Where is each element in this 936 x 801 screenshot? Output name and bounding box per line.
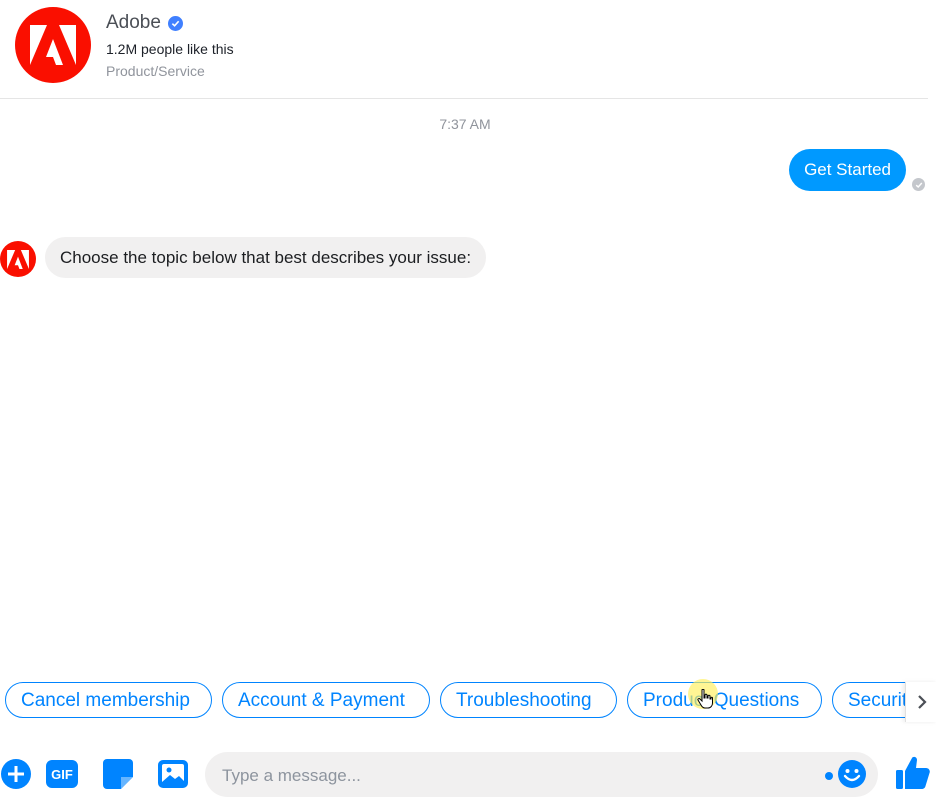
chevron-right-icon [917, 695, 927, 709]
incoming-message: Choose the topic below that best describ… [45, 237, 487, 278]
bot-avatar [0, 241, 36, 277]
quick-reply-cancel-membership[interactable]: Cancel membership [5, 682, 212, 718]
page-name[interactable]: Adobe [106, 12, 161, 34]
thumbs-up-icon[interactable] [895, 755, 931, 791]
photo-icon [158, 760, 188, 788]
quick-reply-account-payment[interactable]: Account & Payment [222, 682, 430, 718]
page-category: Product/Service [106, 63, 205, 79]
message-timestamp: 7:37 AM [439, 116, 491, 132]
plus-icon [1, 759, 31, 789]
message-input[interactable] [220, 752, 814, 799]
quick-replies: Cancel membership Account & Payment Trou… [0, 682, 905, 722]
photo-button[interactable] [157, 758, 189, 790]
message-composer [205, 752, 878, 799]
sticker-button[interactable] [102, 758, 134, 790]
conversation-header: Adobe 1.2M people like this Product/Serv… [0, 0, 928, 99]
typing-dot-icon [825, 772, 833, 780]
quick-replies-next-button[interactable] [905, 682, 936, 722]
gif-button[interactable]: GIF [46, 758, 78, 790]
gif-icon: GIF [46, 760, 78, 788]
quick-reply-product-questions[interactable]: Product Questions [627, 682, 822, 718]
quick-reply-troubleshooting[interactable]: Troubleshooting [440, 682, 617, 718]
more-actions-button[interactable] [0, 758, 32, 790]
sticker-icon [103, 759, 133, 789]
quick-reply-security[interactable]: Security [832, 682, 905, 718]
verified-badge-icon [167, 15, 183, 31]
seen-check-icon [912, 178, 925, 191]
emoji-icon[interactable] [838, 760, 866, 788]
outgoing-message: Get Started [789, 149, 906, 191]
adobe-logo-icon[interactable] [15, 7, 91, 83]
adobe-logo-icon [7, 249, 29, 269]
svg-text:GIF: GIF [51, 767, 73, 782]
page-likes: 1.2M people like this [106, 41, 234, 57]
page-name-row: Adobe [106, 12, 183, 34]
